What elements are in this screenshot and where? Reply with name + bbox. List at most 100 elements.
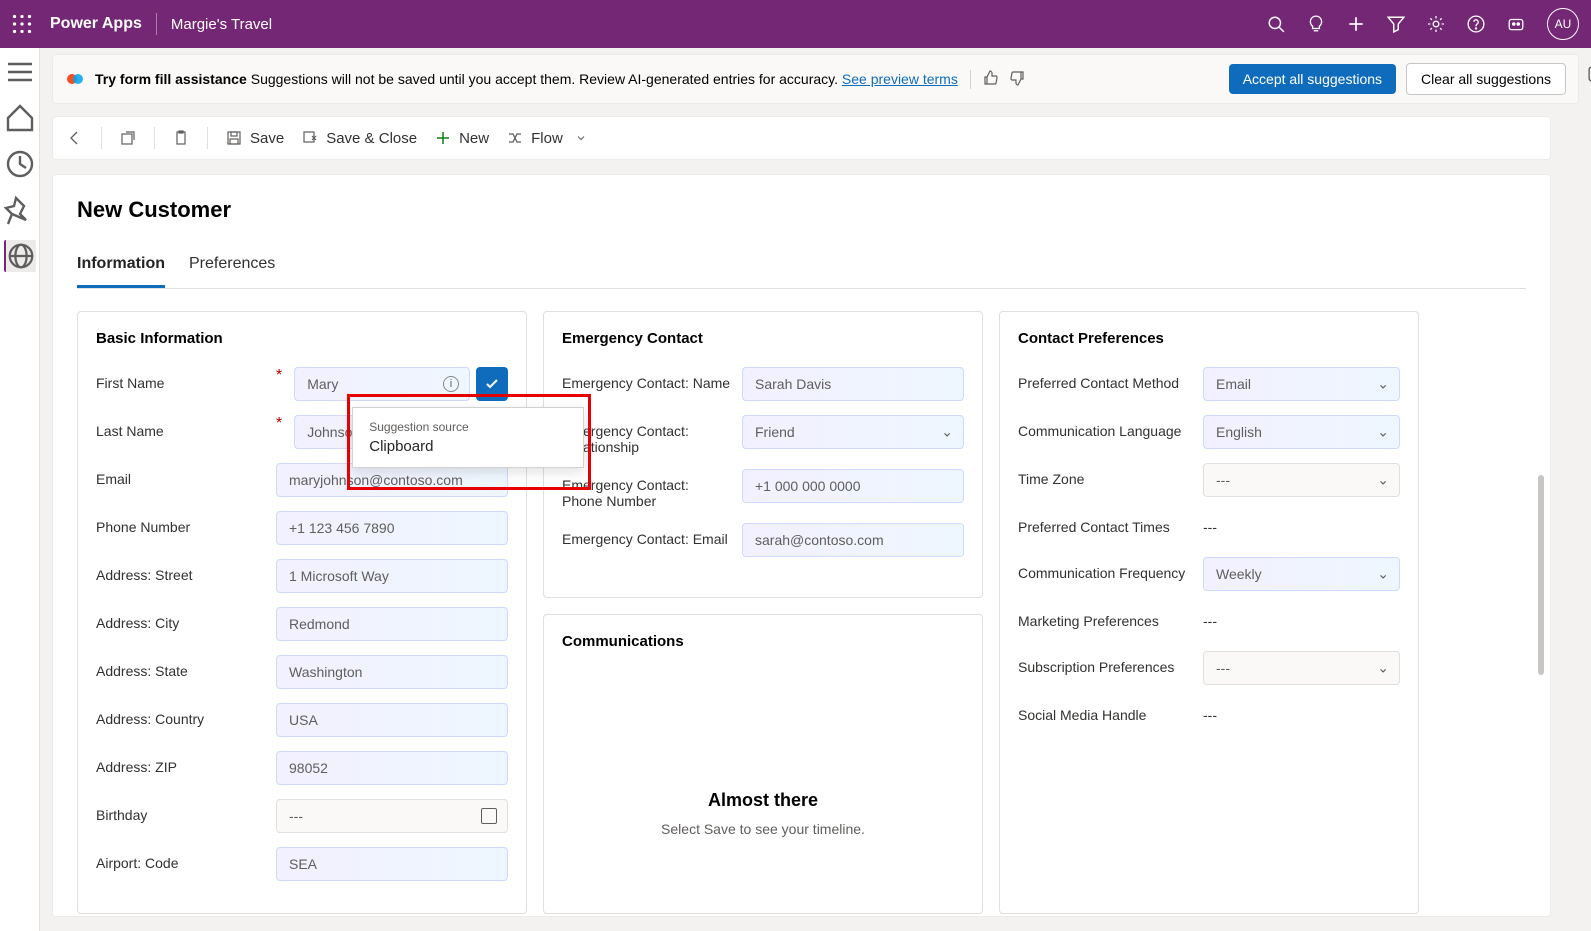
communications-section: Communications Almost there Select Save … (543, 614, 983, 914)
lang-select[interactable]: English⌄ (1203, 415, 1400, 449)
accept-all-button[interactable]: Accept all suggestions (1229, 64, 1396, 94)
scrollbar[interactable] (1538, 475, 1544, 675)
ec-email-input[interactable]: sarah@contoso.com (742, 523, 964, 557)
basic-information-section: Basic Information First Name * Mary i (77, 311, 527, 914)
email-input[interactable]: maryjohnson@contoso.com (276, 463, 508, 497)
search-icon[interactable] (1267, 15, 1285, 33)
pin-icon[interactable] (4, 194, 36, 226)
ec-phone-input[interactable]: +1 000 000 0000 (742, 469, 964, 503)
social-label: Social Media Handle (1018, 707, 1146, 723)
birthday-input[interactable]: --- (276, 799, 508, 833)
section-title: Contact Preferences (1018, 330, 1400, 347)
open-new-window-icon[interactable] (120, 130, 136, 146)
assistant-icon[interactable] (1507, 15, 1525, 33)
banner-title: Try form fill assistance (95, 71, 247, 87)
app-title: Power Apps (50, 15, 142, 33)
social-value[interactable]: --- (1203, 699, 1400, 731)
phone-input[interactable]: +1 123 456 7890 (276, 511, 508, 545)
zip-input[interactable]: 98052 (276, 751, 508, 785)
environment-name[interactable]: Margie's Travel (171, 16, 272, 33)
thumbs-up-icon[interactable] (983, 70, 999, 89)
city-input[interactable]: Redmond (276, 607, 508, 641)
email-label: Email (96, 471, 131, 487)
timeline-empty-heading: Almost there (562, 790, 964, 811)
chevron-down-icon: ⌄ (1377, 660, 1389, 677)
calendar-icon[interactable] (481, 808, 497, 824)
method-select[interactable]: Email⌄ (1203, 367, 1400, 401)
freq-label: Communication Frequency (1018, 565, 1185, 581)
clipboard-icon[interactable] (173, 130, 189, 146)
sub-label: Subscription Preferences (1018, 659, 1174, 675)
country-input[interactable]: USA (276, 703, 508, 737)
info-icon[interactable]: i (443, 376, 459, 392)
recent-icon[interactable] (4, 148, 36, 180)
times-label: Preferred Contact Times (1018, 519, 1170, 535)
state-label: Address: State (96, 663, 188, 679)
gear-icon[interactable] (1427, 15, 1445, 33)
timeline-empty-subtext: Select Save to see your timeline. (562, 821, 964, 837)
chevron-down-icon: ⌄ (941, 424, 953, 441)
accept-suggestion-button[interactable] (476, 367, 508, 401)
birthday-label: Birthday (96, 807, 147, 823)
copilot-icon (65, 69, 85, 89)
form-fill-banner: Try form fill assistance Suggestions wil… (52, 54, 1579, 104)
save-close-button[interactable]: Save & Close (302, 130, 417, 147)
city-label: Address: City (96, 615, 179, 631)
back-button[interactable] (67, 130, 83, 146)
lightbulb-icon[interactable] (1307, 15, 1325, 33)
globe-icon[interactable] (4, 240, 36, 272)
ec-name-label: Emergency Contact: Name (562, 375, 730, 391)
tz-label: Time Zone (1018, 471, 1084, 487)
form-page: New Customer Information Preferences Bas… (52, 174, 1551, 917)
marketing-value[interactable]: --- (1203, 605, 1400, 637)
chevron-down-icon: ⌄ (1377, 424, 1389, 441)
user-avatar[interactable]: AU (1547, 8, 1579, 40)
section-title: Basic Information (96, 330, 508, 347)
new-button[interactable]: New (435, 130, 489, 147)
tab-preferences[interactable]: Preferences (189, 255, 275, 288)
header-divider (156, 13, 157, 35)
ec-name-input[interactable]: Sarah Davis (742, 367, 964, 401)
page-title: New Customer (77, 197, 1526, 223)
chevron-down-icon: ⌄ (1377, 566, 1389, 583)
app-launcher-icon[interactable] (12, 14, 32, 34)
state-input[interactable]: Washington (276, 655, 508, 689)
form-tabs: Information Preferences (77, 255, 1526, 289)
street-input[interactable]: 1 Microsoft Way (276, 559, 508, 593)
ec-rel-label: Emergency Contact: Relationship (562, 423, 732, 455)
flow-button[interactable]: Flow (507, 130, 587, 147)
save-button[interactable]: Save (226, 130, 284, 147)
lang-label: Communication Language (1018, 423, 1181, 439)
global-header: Power Apps Margie's Travel AU (0, 0, 1591, 48)
contact-preferences-section: Contact Preferences Preferred Contact Me… (999, 311, 1419, 914)
plus-icon[interactable] (1347, 15, 1365, 33)
required-marker: * (276, 367, 282, 385)
first-name-input[interactable]: Mary i (294, 367, 470, 401)
tz-select[interactable]: ---⌄ (1203, 463, 1400, 497)
filter-icon[interactable] (1387, 15, 1405, 33)
required-marker: * (276, 415, 282, 433)
command-bar: Save Save & Close New Flow (52, 116, 1551, 160)
home-icon[interactable] (4, 102, 36, 134)
freq-select[interactable]: Weekly⌄ (1203, 557, 1400, 591)
times-value[interactable]: --- (1203, 511, 1400, 543)
tab-information[interactable]: Information (77, 255, 165, 288)
ec-rel-select[interactable]: Friend⌄ (742, 415, 964, 449)
sub-select[interactable]: ---⌄ (1203, 651, 1400, 685)
first-name-label: First Name (96, 375, 164, 391)
ec-email-label: Emergency Contact: Email (562, 531, 728, 547)
suggestion-source-value: Clipboard (369, 438, 567, 455)
section-title: Emergency Contact (562, 330, 964, 347)
last-name-label: Last Name (96, 423, 164, 439)
airport-input[interactable]: SEA (276, 847, 508, 881)
chevron-down-icon: ⌄ (1377, 376, 1389, 393)
clear-all-button[interactable]: Clear all suggestions (1406, 63, 1566, 95)
thumbs-down-icon[interactable] (1009, 70, 1025, 89)
header-actions: AU (1267, 8, 1579, 40)
preview-terms-link[interactable]: See preview terms (842, 71, 958, 87)
airport-label: Airport: Code (96, 855, 178, 871)
section-title: Communications (562, 633, 964, 650)
help-icon[interactable] (1467, 15, 1485, 33)
marketing-label: Marketing Preferences (1018, 613, 1159, 629)
hamburger-icon[interactable] (4, 56, 36, 88)
